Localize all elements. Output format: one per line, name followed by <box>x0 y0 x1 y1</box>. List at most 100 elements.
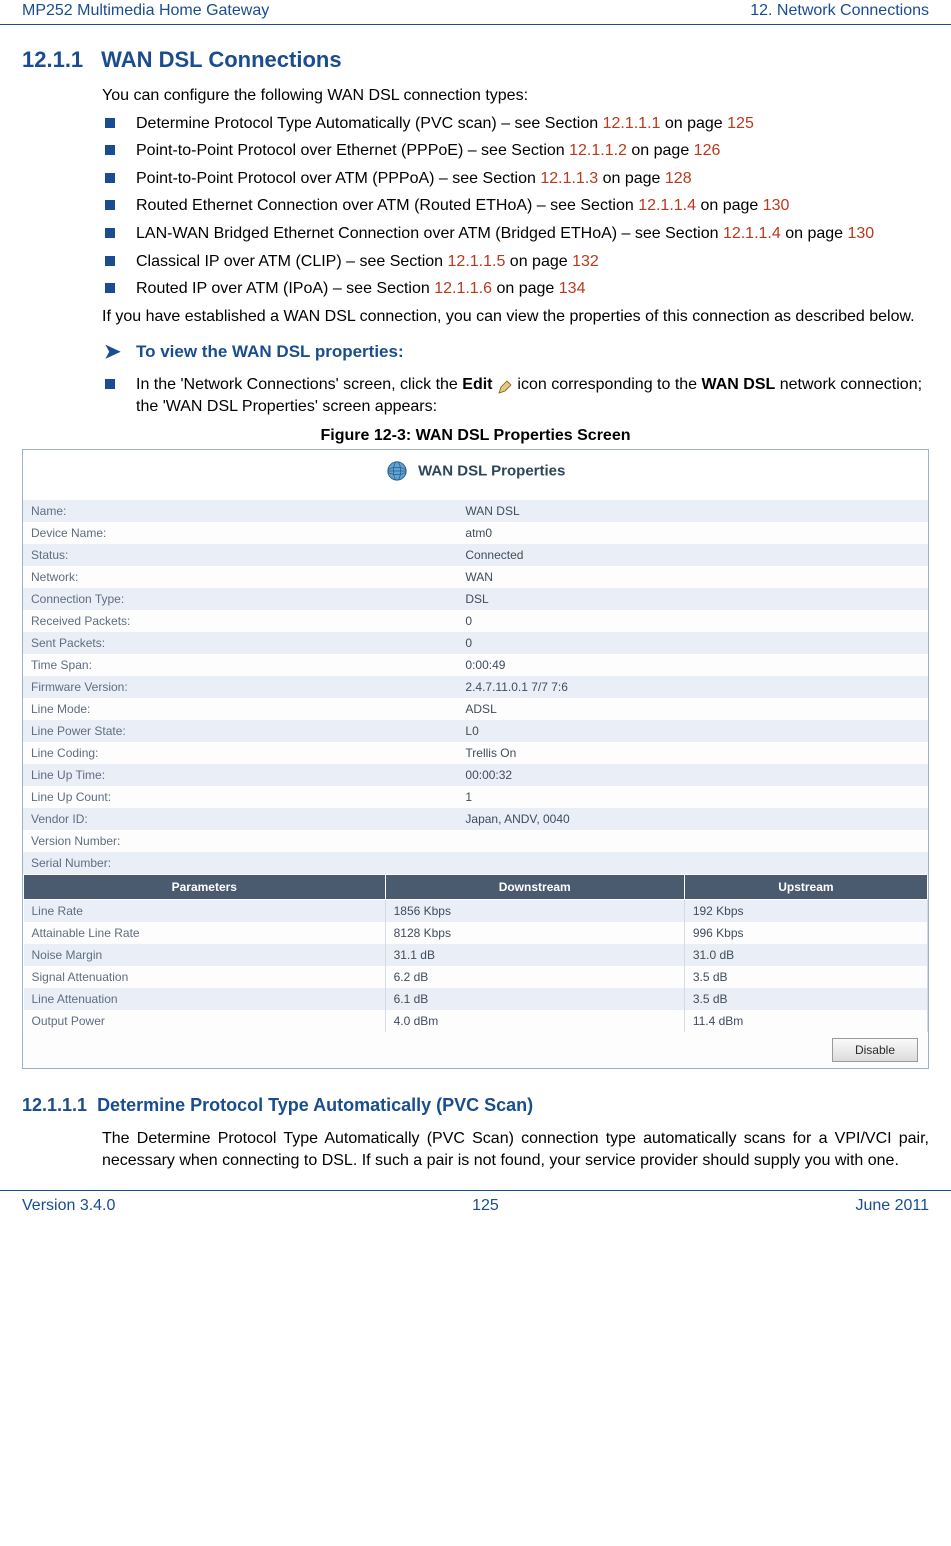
table-row: Line Up Time:00:00:32 <box>23 764 928 786</box>
property-key: Line Up Count: <box>23 786 457 808</box>
xref-section[interactable]: 12.1.1.3 <box>540 170 598 187</box>
table-row: Output Power4.0 dBm11.4 dBm <box>24 1010 928 1032</box>
property-key: Line Mode: <box>23 698 457 720</box>
section-heading: 12.1.1 WAN DSL Connections <box>22 47 929 73</box>
table-row: Firmware Version:2.4.7.11.0.1 7/7 7:6 <box>23 676 928 698</box>
property-value: 0 <box>457 632 928 654</box>
table-row: Attainable Line Rate8128 Kbps996 Kbps <box>24 922 928 944</box>
property-value: 2.4.7.11.0.1 7/7 7:6 <box>457 676 928 698</box>
panel-title-row: WAN DSL Properties <box>23 450 928 500</box>
param-downstream: 1856 Kbps <box>385 900 684 923</box>
param-upstream: 192 Kbps <box>684 900 927 923</box>
table-row: Line Up Count:1 <box>23 786 928 808</box>
list-item: Classical IP over ATM (CLIP) – see Secti… <box>102 251 929 273</box>
table-row: Line Power State:L0 <box>23 720 928 742</box>
properties-table: Name:WAN DSLDevice Name:atm0Status:Conne… <box>23 500 928 874</box>
property-key: Serial Number: <box>23 852 457 874</box>
param-label: Signal Attenuation <box>24 966 386 988</box>
param-label: Output Power <box>24 1010 386 1032</box>
footer-page: 125 <box>472 1197 499 1215</box>
property-value: atm0 <box>457 522 928 544</box>
xref-page[interactable]: 126 <box>694 142 721 159</box>
xref-section[interactable]: 12.1.1.1 <box>603 115 661 132</box>
section-intro: You can configure the following WAN DSL … <box>102 85 929 107</box>
table-row: Network:WAN <box>23 566 928 588</box>
wan-dsl-properties-panel: WAN DSL Properties Name:WAN DSLDevice Na… <box>22 449 929 1069</box>
parameters-table: Parameters Downstream Upstream Line Rate… <box>23 874 928 1032</box>
param-label: Noise Margin <box>24 944 386 966</box>
xref-section[interactable]: 12.1.1.4 <box>723 225 781 242</box>
xref-page[interactable]: 132 <box>572 253 599 270</box>
para-after-bullets: If you have established a WAN DSL connec… <box>102 306 929 328</box>
xref-page[interactable]: 130 <box>848 225 875 242</box>
property-key: Line Coding: <box>23 742 457 764</box>
edit-label: Edit <box>462 376 492 393</box>
property-value: L0 <box>457 720 928 742</box>
connection-types-list: Determine Protocol Type Automatically (P… <box>102 113 929 300</box>
list-item: LAN-WAN Bridged Ethernet Connection over… <box>102 223 929 245</box>
list-item: Determine Protocol Type Automatically (P… <box>102 113 929 135</box>
figure-caption: Figure 12-3: WAN DSL Properties Screen <box>22 427 929 445</box>
table-row: Noise Margin31.1 dB31.0 dB <box>24 944 928 966</box>
col-parameters: Parameters <box>24 875 386 900</box>
xref-page[interactable]: 130 <box>763 197 790 214</box>
xref-section[interactable]: 12.1.1.2 <box>569 142 627 159</box>
table-row: Line Mode:ADSL <box>23 698 928 720</box>
param-upstream: 996 Kbps <box>684 922 927 944</box>
footer-date: June 2011 <box>855 1197 929 1215</box>
table-row: Status:Connected <box>23 544 928 566</box>
procedure-steps: In the 'Network Connections' screen, cli… <box>102 374 929 417</box>
col-downstream: Downstream <box>385 875 684 900</box>
xref-page[interactable]: 125 <box>727 115 754 132</box>
table-row: Time Span:0:00:49 <box>23 654 928 676</box>
table-row: Line Attenuation6.1 dB3.5 dB <box>24 988 928 1010</box>
property-key: Line Up Time: <box>23 764 457 786</box>
xref-page[interactable]: 134 <box>559 280 586 297</box>
table-row: Name:WAN DSL <box>23 500 928 522</box>
col-upstream: Upstream <box>684 875 927 900</box>
property-value: Japan, ANDV, 0040 <box>457 808 928 830</box>
property-key: Vendor ID: <box>23 808 457 830</box>
property-key: Time Span: <box>23 654 457 676</box>
property-key: Line Power State: <box>23 720 457 742</box>
page-footer: Version 3.4.0 125 June 2011 <box>0 1190 951 1217</box>
property-value: WAN <box>457 566 928 588</box>
param-label: Attainable Line Rate <box>24 922 386 944</box>
property-value: 00:00:32 <box>457 764 928 786</box>
section-title: WAN DSL Connections <box>101 47 341 72</box>
disable-button[interactable]: Disable <box>832 1038 918 1062</box>
list-item: In the 'Network Connections' screen, cli… <box>102 374 929 417</box>
property-value: WAN DSL <box>457 500 928 522</box>
table-row: Serial Number: <box>23 852 928 874</box>
property-key: Sent Packets: <box>23 632 457 654</box>
xref-section[interactable]: 12.1.1.6 <box>434 280 492 297</box>
wan-dsl-label: WAN DSL <box>702 376 776 393</box>
param-upstream: 31.0 dB <box>684 944 927 966</box>
param-downstream: 31.1 dB <box>385 944 684 966</box>
subsection-title: Determine Protocol Type Automatically (P… <box>97 1095 533 1115</box>
subsection-heading: 12.1.1.1Determine Protocol Type Automati… <box>22 1095 929 1116</box>
property-value: 0:00:49 <box>457 654 928 676</box>
table-row: Device Name:atm0 <box>23 522 928 544</box>
property-key: Version Number: <box>23 830 457 852</box>
table-row: Sent Packets:0 <box>23 632 928 654</box>
property-key: Network: <box>23 566 457 588</box>
xref-page[interactable]: 128 <box>665 170 692 187</box>
list-item: Routed Ethernet Connection over ATM (Rou… <box>102 195 929 217</box>
list-item: Point-to-Point Protocol over Ethernet (P… <box>102 140 929 162</box>
globe-icon <box>386 460 408 482</box>
property-key: Name: <box>23 500 457 522</box>
header-left: MP252 Multimedia Home Gateway <box>22 2 269 20</box>
panel-title: WAN DSL Properties <box>418 463 565 480</box>
param-downstream: 4.0 dBm <box>385 1010 684 1032</box>
property-key: Received Packets: <box>23 610 457 632</box>
property-value: Connected <box>457 544 928 566</box>
table-row: Connection Type:DSL <box>23 588 928 610</box>
xref-section[interactable]: 12.1.1.4 <box>638 197 696 214</box>
section-number: 12.1.1 <box>22 47 83 72</box>
header-right: 12. Network Connections <box>750 2 929 20</box>
property-key: Firmware Version: <box>23 676 457 698</box>
property-key: Device Name: <box>23 522 457 544</box>
table-row: Vendor ID:Japan, ANDV, 0040 <box>23 808 928 830</box>
xref-section[interactable]: 12.1.1.5 <box>448 253 506 270</box>
